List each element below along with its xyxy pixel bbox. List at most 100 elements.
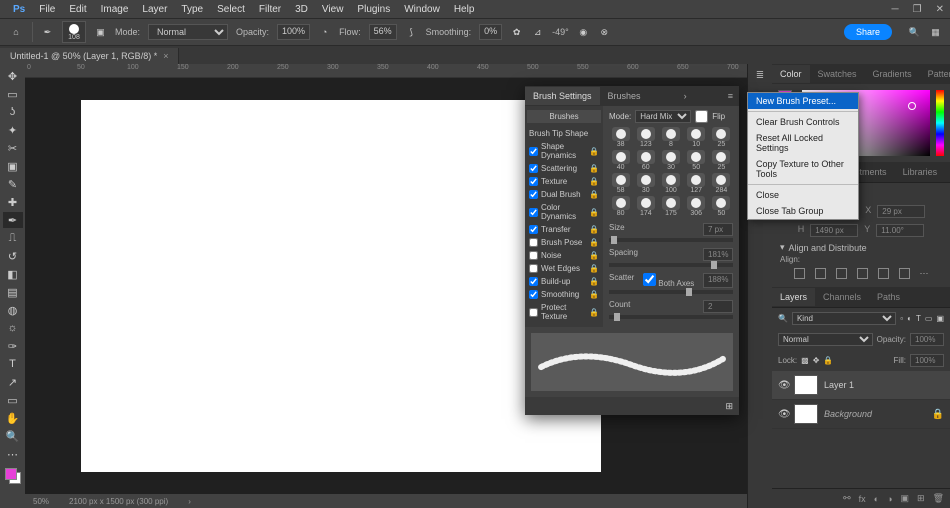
brush-opt-wet-edges[interactable]: Wet Edges🔒 (527, 262, 601, 275)
panel-menu-icon[interactable]: ≡ (722, 91, 739, 101)
move-tool[interactable]: ✥ (3, 68, 23, 84)
rotation-field[interactable]: 11.00° (876, 224, 924, 237)
menu-type[interactable]: Type (174, 1, 210, 18)
size-value[interactable]: 7 px (703, 223, 733, 236)
checkbox[interactable] (529, 264, 538, 273)
brush-tool[interactable]: ✒ (3, 212, 23, 228)
checkbox[interactable] (529, 290, 538, 299)
menu-file[interactable]: File (32, 1, 62, 18)
brush-opt-transfer[interactable]: Transfer🔒 (527, 223, 601, 236)
hue-slider[interactable] (936, 90, 944, 156)
brush-tip[interactable]: 40 (609, 150, 632, 171)
document-tab[interactable]: Untitled-1 @ 50% (Layer 1, RGB/8) * × (0, 48, 179, 64)
visibility-icon[interactable]: 👁 (778, 380, 788, 390)
lock-position-icon[interactable]: ✥ (813, 356, 820, 365)
lock-icon[interactable]: 🔒 (589, 290, 599, 299)
brush-opt-color-dynamics[interactable]: Color Dynamics🔒 (527, 201, 601, 223)
checkbox[interactable] (529, 238, 538, 247)
share-button[interactable]: Share (844, 24, 892, 40)
layer-thumbnail[interactable] (794, 404, 818, 424)
tab-channels[interactable]: Channels (815, 288, 869, 306)
brush-tip[interactable]: 25 (710, 127, 733, 148)
height-field[interactable]: 1490 px (810, 224, 858, 237)
menu-copy-texture[interactable]: Copy Texture to Other Tools (748, 156, 858, 182)
lock-pixels-icon[interactable]: ▩ (801, 356, 809, 365)
align-center-v-icon[interactable] (878, 268, 889, 279)
filter-pixel-icon[interactable]: ▫ (900, 314, 903, 323)
lock-icon[interactable]: 🔒 (589, 147, 599, 156)
align-more-icon[interactable]: ⋯ (920, 268, 929, 279)
lock-icon[interactable]: 🔒 (589, 251, 599, 260)
brush-preset-picker[interactable]: 108 (62, 21, 86, 43)
tab-color[interactable]: Color (772, 65, 810, 83)
align-section[interactable]: ▾Align and Distribute (780, 240, 942, 255)
status-chevron-icon[interactable]: › (188, 497, 191, 506)
shape-tool[interactable]: ▭ (3, 392, 23, 408)
checkbox[interactable] (529, 277, 538, 286)
layer-row[interactable]: 👁 Layer 1 (772, 371, 950, 400)
type-tool[interactable]: T (3, 356, 23, 372)
menu-window[interactable]: Window (397, 1, 447, 18)
align-top-icon[interactable] (857, 268, 868, 279)
layer-opacity-value[interactable]: 100% (910, 333, 944, 346)
filter-shape-icon[interactable]: ▭ (925, 314, 933, 323)
smoothing-options-icon[interactable]: ✿ (510, 26, 523, 39)
brush-mode-select[interactable]: Hard Mix (635, 110, 691, 123)
lasso-tool[interactable]: ʖ (3, 104, 23, 120)
menu-view[interactable]: View (315, 1, 351, 18)
brush-tip[interactable]: 50 (685, 150, 708, 171)
brush-tip[interactable]: 306 (685, 196, 708, 217)
crop-tool[interactable]: ✂ (3, 140, 23, 156)
menu-new-brush-preset[interactable]: New Brush Preset... (748, 93, 858, 109)
panel-collapse-icon[interactable]: › (678, 91, 693, 101)
healing-tool[interactable]: ✚ (3, 194, 23, 210)
color-swatch[interactable] (5, 468, 21, 484)
zoom-level[interactable]: 50% (33, 497, 49, 506)
lock-icon[interactable]: 🔒 (589, 177, 599, 186)
brush-tip[interactable]: 80 (609, 196, 632, 217)
brush-tip[interactable]: 284 (710, 173, 733, 194)
gradient-tool[interactable]: ▤ (3, 284, 23, 300)
brush-opt-build-up[interactable]: Build-up🔒 (527, 275, 601, 288)
checkbox[interactable] (529, 225, 538, 234)
brush-tip[interactable]: 30 (634, 173, 657, 194)
lock-icon[interactable]: 🔒 (589, 190, 599, 199)
spacing-slider[interactable] (609, 263, 733, 267)
menu-layer[interactable]: Layer (135, 1, 174, 18)
brush-tip[interactable]: 50 (710, 196, 733, 217)
checkbox[interactable] (529, 164, 538, 173)
smoothing-value[interactable]: 0% (479, 24, 502, 40)
brush-opt-dual-brush[interactable]: Dual Brush🔒 (527, 188, 601, 201)
spacing-value[interactable]: 181% (703, 248, 733, 261)
size-slider[interactable] (609, 238, 733, 242)
angle-value[interactable]: -49° (552, 27, 569, 37)
brush-opt-noise[interactable]: Noise🔒 (527, 249, 601, 262)
edit-toolbar[interactable]: ⋯ (3, 446, 23, 462)
brush-opt-protect-texture[interactable]: Protect Texture🔒 (527, 301, 601, 323)
menu-3d[interactable]: 3D (288, 1, 315, 18)
flow-value[interactable]: 56% (369, 24, 397, 40)
close-tab-icon[interactable]: × (163, 51, 168, 61)
brush-opt-scattering[interactable]: Scattering🔒 (527, 162, 601, 175)
checkbox[interactable] (529, 177, 538, 186)
tab-brushes[interactable]: Brushes (600, 87, 649, 105)
brush-tip[interactable]: 60 (634, 150, 657, 171)
align-bottom-icon[interactable] (899, 268, 910, 279)
tab-swatches[interactable]: Swatches (810, 65, 865, 83)
align-right-icon[interactable] (836, 268, 847, 279)
tab-brush-settings[interactable]: Brush Settings (525, 87, 600, 105)
brushes-button[interactable]: Brushes (527, 110, 601, 123)
tab-patterns[interactable]: Patterns (920, 65, 950, 83)
lock-icon[interactable]: 🔒 (589, 308, 599, 317)
layer-row[interactable]: 👁 Background 🔒 (772, 400, 950, 429)
count-slider[interactable] (609, 315, 733, 319)
brush-tip[interactable]: 38 (609, 127, 632, 148)
checkbox[interactable] (529, 190, 538, 199)
pressure-opacity-icon[interactable]: ◔ (318, 26, 331, 39)
symmetry-icon[interactable]: ⊗ (598, 26, 611, 39)
stamp-tool[interactable]: ⎍ (3, 230, 23, 246)
pressure-size-icon[interactable]: ◉ (577, 26, 590, 39)
brush-tip-shape[interactable]: Brush Tip Shape (527, 127, 601, 140)
brush-tip[interactable]: 175 (659, 196, 682, 217)
home-icon[interactable]: ⌂ (8, 24, 24, 40)
